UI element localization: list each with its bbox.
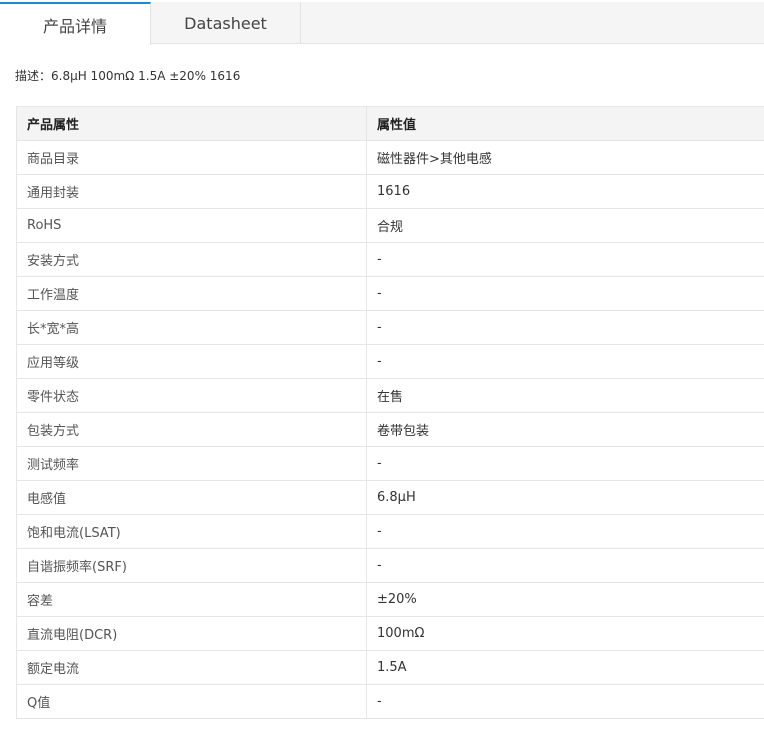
attribute-value: 在售 xyxy=(366,378,764,413)
attribute-name: 包装方式 xyxy=(16,412,367,447)
table-row: Q值 - xyxy=(16,684,764,719)
attribute-name: 电感值 xyxy=(16,480,367,515)
table-row: 容差 ±20% xyxy=(16,582,764,617)
table-row: 自谐振频率(SRF) - xyxy=(16,548,764,583)
attributes-table: 产品属性 属性值 商品目录 磁性器件>其他电感 通用封装 1616 RoHS 合规 安装方式… xyxy=(16,106,764,719)
attribute-name: 长*宽*高 xyxy=(16,310,367,345)
attribute-value: - xyxy=(366,242,764,277)
header-attribute: 产品属性 xyxy=(16,106,367,141)
tab-product-details-label: 产品详情 xyxy=(42,16,107,36)
attribute-name: 应用等级 xyxy=(16,344,367,379)
table-row: 电感值 6.8μH xyxy=(16,480,764,515)
attribute-value: - xyxy=(366,548,764,583)
attribute-name: 安装方式 xyxy=(16,242,367,277)
attribute-name: 商品目录 xyxy=(16,140,367,175)
header-value: 属性值 xyxy=(366,106,764,141)
table-row: 额定电流 1.5A xyxy=(16,650,764,685)
table-row: 包装方式 卷带包装 xyxy=(16,412,764,447)
product-description: 描述：6.8μH 100mΩ 1.5A ±20% 1616 xyxy=(15,69,241,83)
attribute-value: 1.5A xyxy=(366,650,764,685)
attribute-name: 零件状态 xyxy=(16,378,367,413)
attribute-value: - xyxy=(366,684,764,719)
table-row: RoHS 合规 xyxy=(16,208,764,243)
attribute-value: ±20% xyxy=(366,582,764,617)
table-row: 通用封装 1616 xyxy=(16,174,764,209)
table-row: 商品目录 磁性器件>其他电感 xyxy=(16,140,764,175)
attributes-table-body: 商品目录 磁性器件>其他电感 通用封装 1616 RoHS 合规 安装方式 - 工作温度 - 长*宽… xyxy=(16,140,764,719)
attribute-value: - xyxy=(366,446,764,481)
attribute-value: - xyxy=(366,276,764,311)
tab-bar: 产品详情 Datasheet xyxy=(0,2,764,45)
table-row: 直流电阻(DCR) 100mΩ xyxy=(16,616,764,651)
tab-datasheet[interactable]: Datasheet xyxy=(151,2,301,44)
table-row: 安装方式 - xyxy=(16,242,764,277)
table-header-row: 产品属性 属性值 xyxy=(16,106,764,141)
table-row: 饱和电流(LSAT) - xyxy=(16,514,764,549)
attribute-value: 合规 xyxy=(366,208,764,243)
attribute-value: - xyxy=(366,310,764,345)
table-row: 零件状态 在售 xyxy=(16,378,764,413)
attribute-name: RoHS xyxy=(16,208,367,243)
attribute-name: 饱和电流(LSAT) xyxy=(16,514,367,549)
attribute-name: 通用封装 xyxy=(16,174,367,209)
table-row: 工作温度 - xyxy=(16,276,764,311)
attribute-name: 自谐振频率(SRF) xyxy=(16,548,367,583)
attribute-value: 6.8μH xyxy=(366,480,764,515)
attribute-name: 工作温度 xyxy=(16,276,367,311)
attribute-value: - xyxy=(366,344,764,379)
table-row: 测试频率 - xyxy=(16,446,764,481)
attribute-name: Q值 xyxy=(16,684,367,719)
attribute-value: - xyxy=(366,514,764,549)
tab-product-details[interactable]: 产品详情 xyxy=(0,2,151,45)
table-row: 应用等级 - xyxy=(16,344,764,379)
attribute-name: 容差 xyxy=(16,582,367,617)
attribute-name: 测试频率 xyxy=(16,446,367,481)
attribute-value: 1616 xyxy=(366,174,764,209)
attribute-name: 直流电阻(DCR) xyxy=(16,616,367,651)
table-row: 长*宽*高 - xyxy=(16,310,764,345)
attribute-value: 卷带包装 xyxy=(366,412,764,447)
tab-datasheet-label: Datasheet xyxy=(184,13,267,33)
attribute-value: 磁性器件>其他电感 xyxy=(366,140,764,175)
attribute-value: 100mΩ xyxy=(366,616,764,651)
attribute-name: 额定电流 xyxy=(16,650,367,685)
